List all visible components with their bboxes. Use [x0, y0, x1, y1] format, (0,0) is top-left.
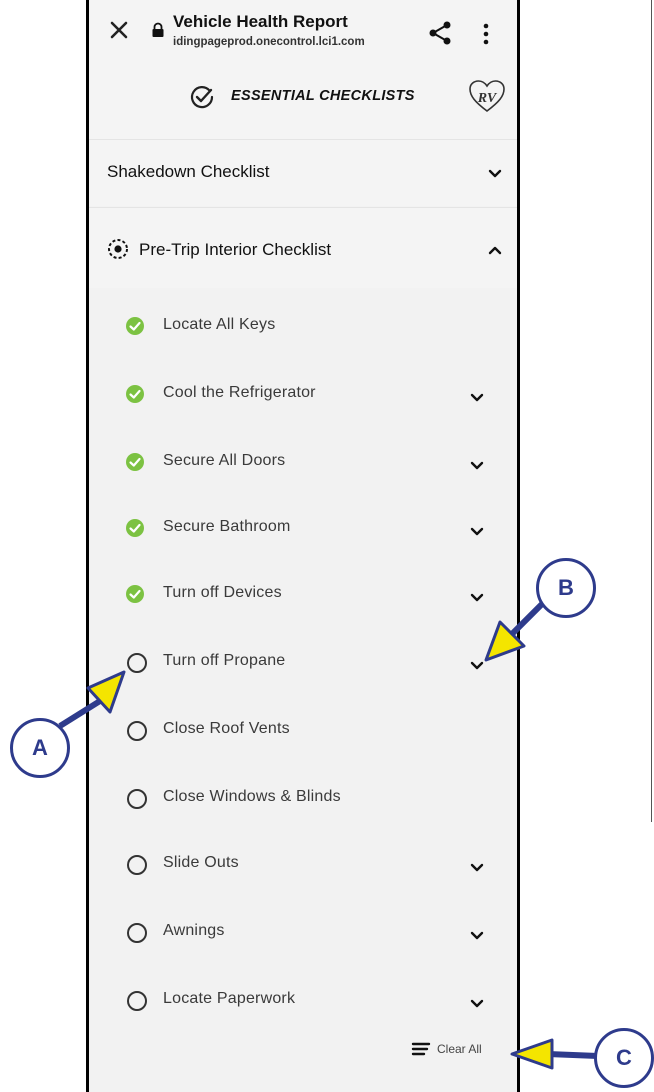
section-title: Shakedown Checklist [107, 162, 270, 181]
checklist-item[interactable]: Close Roof Vents [89, 706, 517, 756]
checklist-item[interactable]: Cool the Refrigerator [89, 370, 517, 420]
checked-icon[interactable] [125, 384, 145, 404]
checklist-item[interactable]: Locate All Keys [89, 302, 517, 352]
callout-a: A [10, 718, 70, 778]
checklist-item-label: Slide Outs [163, 854, 239, 871]
chevron-down-icon[interactable] [469, 660, 485, 672]
checklist-item-label: Locate Paperwork [163, 990, 296, 1007]
rv-logo: RV [469, 80, 505, 113]
chevron-down-icon[interactable] [469, 592, 485, 604]
checked-icon[interactable] [125, 452, 145, 472]
chevron-down-icon[interactable] [469, 392, 485, 404]
checklist-item-label: Secure All Doors [163, 452, 286, 469]
unchecked-radio-icon[interactable] [127, 855, 147, 875]
brand-header: ESSENTIAL CHECKLISTS RV [89, 62, 517, 140]
checklist-item[interactable]: Locate Paperwork [89, 976, 517, 1026]
phone-screen: Vehicle Health Report idingpageprod.onec… [86, 0, 520, 1092]
callout-c: C [594, 1028, 654, 1088]
checklist-items: Locate All Keys Cool the Refrigerator Secu… [89, 288, 517, 1092]
unchecked-radio-icon[interactable] [127, 923, 147, 943]
in-progress-icon [108, 239, 128, 259]
section-pre-trip-interior-checklist[interactable]: Pre-Trip Interior Checklist [89, 208, 517, 288]
checked-icon[interactable] [125, 584, 145, 604]
checklist-item-label: Close Roof Vents [163, 720, 290, 737]
clear-all-label: Clear All [437, 1042, 482, 1056]
close-icon[interactable] [107, 18, 131, 42]
checklist-item[interactable]: Secure Bathroom [89, 504, 517, 554]
chevron-down-icon[interactable] [487, 168, 503, 180]
checked-icon[interactable] [125, 316, 145, 336]
unchecked-radio-icon[interactable] [127, 653, 147, 673]
checklist-item-label: Cool the Refrigerator [163, 384, 316, 401]
more-vert-icon[interactable] [481, 22, 491, 46]
check-circle-icon [190, 86, 214, 109]
checklist-item-label: Turn off Propane [163, 652, 286, 669]
checklist-item-label: Locate All Keys [163, 316, 276, 333]
checklist-item[interactable]: Secure All Doors [89, 438, 517, 488]
arrow-c [510, 1038, 599, 1070]
checklist-item-label: Close Windows & Blinds [163, 788, 341, 805]
section-shakedown-checklist[interactable]: Shakedown Checklist [89, 140, 517, 206]
chevron-down-icon[interactable] [469, 930, 485, 942]
callout-b: B [536, 558, 596, 618]
page-url[interactable]: idingpageprod.onecontrol.lci1.com [173, 36, 365, 48]
unchecked-radio-icon[interactable] [127, 991, 147, 1011]
section-title: Pre-Trip Interior Checklist [139, 240, 332, 259]
checked-icon[interactable] [125, 518, 145, 538]
chevron-up-icon[interactable] [487, 244, 503, 256]
chevron-down-icon[interactable] [469, 460, 485, 472]
checklist-item-label: Awnings [163, 922, 225, 939]
side-divider [651, 0, 652, 822]
share-icon[interactable] [427, 20, 453, 46]
chevron-down-icon[interactable] [469, 998, 485, 1010]
chevron-down-icon[interactable] [469, 526, 485, 538]
lock-icon [152, 22, 164, 37]
checklist-item[interactable]: Slide Outs [89, 840, 517, 890]
checklist-item[interactable]: Awnings [89, 908, 517, 958]
browser-url-bar: Vehicle Health Report idingpageprod.onec… [89, 0, 517, 62]
checklist-item-label: Turn off Devices [163, 584, 282, 601]
checklist-item[interactable]: Turn off Devices [89, 570, 517, 620]
svg-text:RV: RV [477, 91, 498, 106]
checklist-item-label: Secure Bathroom [163, 518, 291, 535]
brand-title: ESSENTIAL CHECKLISTS [231, 88, 415, 104]
chevron-down-icon[interactable] [469, 862, 485, 874]
unchecked-radio-icon[interactable] [127, 789, 147, 809]
checklist-item[interactable]: Close Windows & Blinds [89, 774, 517, 824]
clear-all-icon [411, 1042, 431, 1056]
clear-all-button[interactable]: Clear All [411, 1038, 511, 1062]
page-title: Vehicle Health Report [173, 12, 348, 31]
unchecked-radio-icon[interactable] [127, 721, 147, 741]
checklist-item[interactable]: Turn off Propane [89, 638, 517, 688]
